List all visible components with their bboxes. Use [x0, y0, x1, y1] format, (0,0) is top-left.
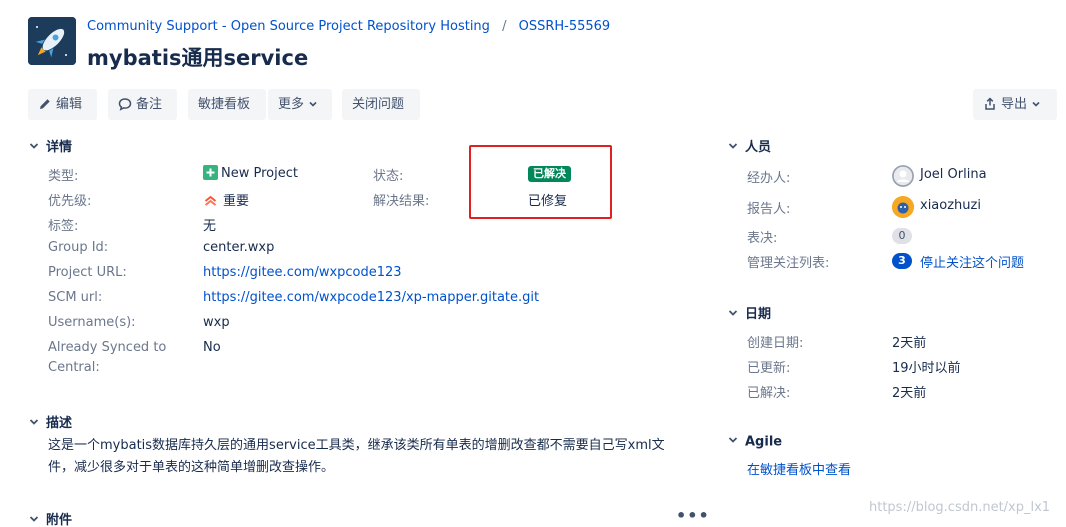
resolution-label: 解决结果: — [373, 194, 430, 209]
rocket-icon — [28, 17, 76, 65]
breadcrumb-issue-key-link[interactable]: OSSRH-55569 — [519, 19, 611, 34]
breadcrumb-separator: / — [502, 19, 507, 34]
description-text[interactable]: 这是一个mybatis数据库持久层的通用service工具类，继承该类所有单表的… — [48, 435, 668, 479]
group-id-value: center.wxp — [203, 240, 275, 255]
tags-label: 标签: — [48, 219, 79, 234]
chevron-down-icon — [728, 437, 738, 443]
breadcrumb: Community Support - Open Source Project … — [87, 19, 610, 34]
assignee-link[interactable]: Joel Orlina — [920, 167, 987, 182]
assignee-label: 经办人: — [747, 171, 791, 186]
edit-button-label: 编辑 — [56, 97, 83, 112]
synced-value: No — [203, 340, 221, 355]
dates-section-toggle[interactable]: 日期 — [727, 303, 771, 323]
people-heading: 人员 — [745, 140, 772, 155]
attachments-heading: 附件 — [46, 513, 73, 527]
comment-icon — [118, 97, 132, 111]
agile-board-button[interactable]: 敏捷看板 — [188, 89, 266, 120]
agile-board-button-label: 敏捷看板 — [198, 97, 251, 112]
scm-url-label: SCM url: — [48, 290, 103, 305]
resolved-label: 已解决: — [747, 386, 791, 401]
project-url-link[interactable]: https://gitee.com/wxpcode123 — [203, 265, 402, 280]
created-value: 2天前 — [892, 336, 927, 351]
priority-value-text: 重要 — [223, 194, 250, 209]
type-value-text: New Project — [221, 166, 298, 181]
scm-url-link[interactable]: https://gitee.com/wxpcode123/xp-mapper.g… — [203, 290, 539, 305]
chevron-down-icon — [29, 142, 39, 149]
reporter-link[interactable]: xiaozhuzi — [920, 198, 981, 213]
comment-button-label: 备注 — [136, 97, 163, 112]
reporter-avatar[interactable] — [892, 196, 914, 218]
votes-label: 表决: — [747, 231, 778, 246]
updated-label: 已更新: — [747, 361, 791, 376]
agile-section-toggle[interactable]: Agile — [727, 434, 782, 450]
status-label: 状态: — [373, 169, 404, 184]
type-label: 类型: — [48, 169, 79, 184]
user-avatar-icon — [892, 196, 914, 218]
chevron-down-icon — [728, 309, 738, 316]
stop-watching-link[interactable]: 停止关注这个问题 — [920, 252, 1024, 271]
details-heading: 详情 — [46, 140, 73, 155]
tags-value: 无 — [203, 219, 217, 234]
priority-major-icon — [204, 195, 217, 206]
attachments-more-button[interactable]: ••• — [676, 506, 710, 525]
close-issue-button[interactable]: 关闭问题 — [342, 89, 420, 120]
chevron-down-icon — [29, 515, 39, 522]
assignee-avatar[interactable] — [892, 165, 914, 187]
chevron-down-icon — [309, 101, 317, 107]
more-actions-button-label: 更多 — [278, 97, 305, 112]
username-label: Username(s): — [48, 315, 136, 330]
watchers-label: 管理关注列表: — [747, 256, 830, 271]
project-url-label: Project URL: — [48, 265, 127, 280]
synced-label-line2: Central: — [48, 360, 100, 375]
status-highlight-box — [469, 145, 612, 219]
breadcrumb-project-link[interactable]: Community Support - Open Source Project … — [87, 19, 490, 34]
more-actions-button[interactable]: 更多 — [268, 89, 332, 120]
issue-title[interactable]: mybatis通用service — [87, 42, 308, 72]
edit-button[interactable]: 编辑 — [28, 89, 97, 120]
user-default-icon — [892, 165, 914, 187]
chevron-down-icon — [1032, 101, 1040, 107]
close-issue-button-label: 关闭问题 — [352, 97, 405, 112]
priority-label: 优先级: — [48, 194, 92, 209]
synced-label-line1: Already Synced to — [48, 340, 167, 355]
group-id-label: Group Id: — [48, 240, 109, 255]
people-section-toggle[interactable]: 人员 — [727, 136, 771, 156]
project-avatar[interactable] — [28, 17, 76, 65]
view-on-board-link[interactable]: 在敏捷看板中查看 — [747, 459, 851, 478]
dates-heading: 日期 — [745, 307, 772, 322]
chevron-down-icon — [29, 418, 39, 425]
updated-value: 19小时以前 — [892, 361, 961, 376]
description-heading: 描述 — [46, 416, 73, 431]
type-value: New Project — [203, 165, 298, 181]
priority-value: 重要 — [203, 190, 249, 209]
chevron-down-icon — [728, 142, 738, 149]
details-section-toggle[interactable]: 详情 — [28, 136, 72, 156]
description-section-toggle[interactable]: 描述 — [28, 412, 72, 432]
comment-button[interactable]: 备注 — [108, 89, 177, 120]
watermark-text: https://blog.csdn.net/xp_lx1 — [869, 500, 1051, 515]
export-button-label: 导出 — [1001, 97, 1028, 112]
username-value: wxp — [203, 315, 230, 330]
agile-heading: Agile — [745, 434, 783, 450]
reporter-label: 报告人: — [747, 202, 791, 217]
export-icon — [985, 96, 995, 110]
attachments-section-toggle[interactable]: 附件 — [28, 509, 72, 527]
new-project-icon — [203, 165, 218, 180]
pencil-icon — [40, 98, 50, 109]
resolved-value: 2天前 — [892, 386, 927, 401]
created-label: 创建日期: — [747, 336, 804, 351]
watchers-count-badge[interactable]: 3 — [892, 253, 912, 269]
export-button[interactable]: 导出 — [973, 89, 1057, 120]
votes-count-badge[interactable]: 0 — [892, 228, 912, 244]
